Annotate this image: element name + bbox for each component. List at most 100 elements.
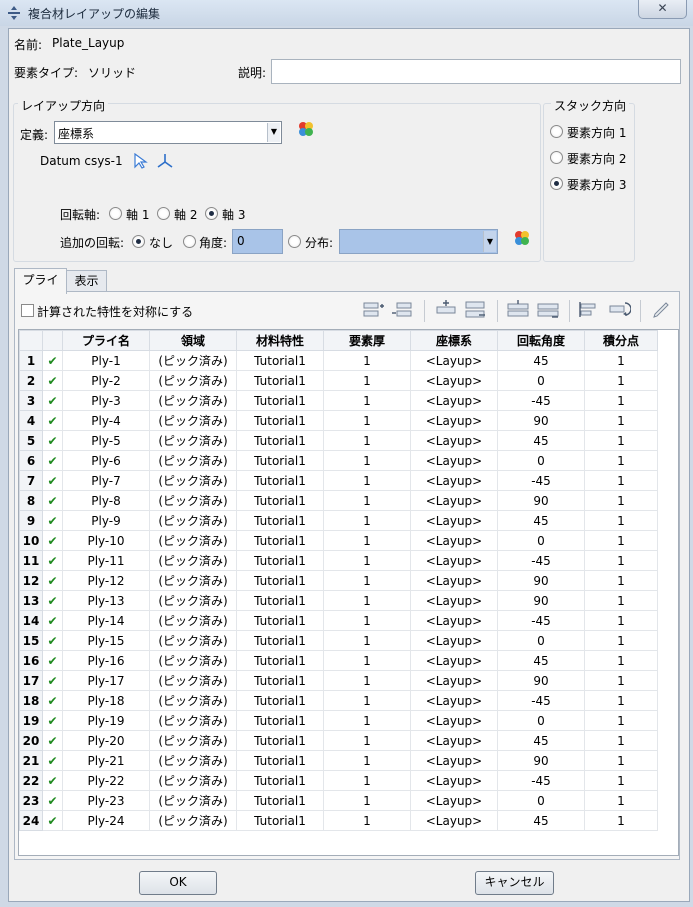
ply-rotation-angle[interactable]: -45 <box>497 610 585 631</box>
definition-combo[interactable]: 座標系 ▼ <box>54 121 282 144</box>
ply-region[interactable]: (ピック済み) <box>149 790 237 811</box>
title-bar[interactable]: 複合材レイアップの編集 ✕ <box>0 0 693 26</box>
copy-ply-icon[interactable] <box>506 299 530 321</box>
ply-name[interactable]: Ply-9 <box>62 510 150 531</box>
ply-thickness[interactable]: 1 <box>323 790 411 811</box>
row-number[interactable]: 16 <box>19 650 43 671</box>
table-row[interactable]: 4 ✔ Ply-4 (ピック済み) Tutorial1 1 <Layup> 90 1 <box>19 410 658 431</box>
ply-rotation-angle[interactable]: -45 <box>497 390 585 411</box>
ply-rotation-angle[interactable]: -45 <box>497 770 585 791</box>
status-header[interactable] <box>42 330 63 351</box>
table-row[interactable]: 1 ✔ Ply-1 (ピック済み) Tutorial1 1 <Layup> 45 1 <box>19 350 658 371</box>
ply-region[interactable]: (ピック済み) <box>149 350 237 371</box>
material-header[interactable]: 材料特性 <box>236 330 324 351</box>
ply-integration-points[interactable]: 1 <box>584 550 658 571</box>
ply-region[interactable]: (ピック済み) <box>149 670 237 691</box>
ply-rotation-angle[interactable]: 0 <box>497 370 585 391</box>
table-row[interactable]: 22 ✔ Ply-22 (ピック済み) Tutorial1 1 <Layup> -45 1 <box>19 770 658 791</box>
ply-name[interactable]: Ply-6 <box>62 450 150 471</box>
ply-material[interactable]: Tutorial1 <box>236 710 324 731</box>
ply-integration-points[interactable]: 1 <box>584 450 658 471</box>
ply-rotation-angle[interactable]: 90 <box>497 590 585 611</box>
ply-region[interactable]: (ピック済み) <box>149 810 237 831</box>
row-number[interactable]: 20 <box>19 730 43 751</box>
region-header[interactable]: 領域 <box>149 330 237 351</box>
ply-active-check[interactable]: ✔ <box>42 710 63 731</box>
ply-material[interactable]: Tutorial1 <box>236 610 324 631</box>
csys-header[interactable]: 座標系 <box>410 330 498 351</box>
ply-rotation-angle[interactable]: 90 <box>497 490 585 511</box>
table-row[interactable]: 23 ✔ Ply-23 (ピック済み) Tutorial1 1 <Layup> 0 1 <box>19 790 658 811</box>
table-row[interactable]: 16 ✔ Ply-16 (ピック済み) Tutorial1 1 <Layup> 45 1 <box>19 650 658 671</box>
ply-thickness[interactable]: 1 <box>323 410 411 431</box>
ply-active-check[interactable]: ✔ <box>42 770 63 791</box>
ply-csys[interactable]: <Layup> <box>410 590 498 611</box>
ply-thickness[interactable]: 1 <box>323 590 411 611</box>
ply-integration-points[interactable]: 1 <box>584 750 658 771</box>
ply-rotation-angle[interactable]: 90 <box>497 410 585 431</box>
ply-rotation-angle[interactable]: -45 <box>497 690 585 711</box>
ply-csys[interactable]: <Layup> <box>410 630 498 651</box>
ply-csys[interactable]: <Layup> <box>410 430 498 451</box>
table-row[interactable]: 8 ✔ Ply-8 (ピック済み) Tutorial1 1 <Layup> 90 1 <box>19 490 658 511</box>
ply-thickness[interactable]: 1 <box>323 530 411 551</box>
ply-rotation-angle[interactable]: 90 <box>497 750 585 771</box>
row-number[interactable]: 7 <box>19 470 43 491</box>
ply-region[interactable]: (ピック済み) <box>149 630 237 651</box>
ply-csys[interactable]: <Layup> <box>410 470 498 491</box>
ply-thickness[interactable]: 1 <box>323 710 411 731</box>
table-row[interactable]: 17 ✔ Ply-17 (ピック済み) Tutorial1 1 <Layup> 90 1 <box>19 670 658 691</box>
ply-integration-points[interactable]: 1 <box>584 530 658 551</box>
rotation-angle-input[interactable]: 0 <box>232 229 283 254</box>
ply-region[interactable]: (ピック済み) <box>149 370 237 391</box>
ply-active-check[interactable]: ✔ <box>42 630 63 651</box>
ply-name[interactable]: Ply-18 <box>62 690 150 711</box>
ply-csys[interactable]: <Layup> <box>410 350 498 371</box>
ply-integration-points[interactable]: 1 <box>584 630 658 651</box>
ply-material[interactable]: Tutorial1 <box>236 790 324 811</box>
ply-material[interactable]: Tutorial1 <box>236 370 324 391</box>
ply-name[interactable]: Ply-3 <box>62 390 150 411</box>
color-palette-icon[interactable] <box>298 121 314 137</box>
stack-dir-2-radio[interactable] <box>550 151 563 164</box>
table-row[interactable]: 12 ✔ Ply-12 (ピック済み) Tutorial1 1 <Layup> 90 1 <box>19 570 658 591</box>
row-number[interactable]: 9 <box>19 510 43 531</box>
ply-active-check[interactable]: ✔ <box>42 650 63 671</box>
align-left-icon[interactable] <box>578 299 602 321</box>
table-row[interactable]: 18 ✔ Ply-18 (ピック済み) Tutorial1 1 <Layup> -45 1 <box>19 690 658 711</box>
row-number[interactable]: 3 <box>19 390 43 411</box>
table-row[interactable]: 2 ✔ Ply-2 (ピック済み) Tutorial1 1 <Layup> 0 1 <box>19 370 658 391</box>
ply-integration-points[interactable]: 1 <box>584 350 658 371</box>
ply-csys[interactable]: <Layup> <box>410 770 498 791</box>
table-row[interactable]: 15 ✔ Ply-15 (ピック済み) Tutorial1 1 <Layup> 0 1 <box>19 630 658 651</box>
ply-thickness[interactable]: 1 <box>323 690 411 711</box>
table-row[interactable]: 3 ✔ Ply-3 (ピック済み) Tutorial1 1 <Layup> -45 1 <box>19 390 658 411</box>
row-number[interactable]: 6 <box>19 450 43 471</box>
table-row[interactable]: 21 ✔ Ply-21 (ピック済み) Tutorial1 1 <Layup> 90 1 <box>19 750 658 771</box>
ply-rotation-angle[interactable]: 45 <box>497 510 585 531</box>
ply-region[interactable]: (ピック済み) <box>149 470 237 491</box>
close-button[interactable]: ✕ <box>638 0 687 19</box>
table-row[interactable]: 19 ✔ Ply-19 (ピック済み) Tutorial1 1 <Layup> 0 1 <box>19 710 658 731</box>
ply-material[interactable]: Tutorial1 <box>236 570 324 591</box>
ply-integration-points[interactable]: 1 <box>584 670 658 691</box>
ply-name[interactable]: Ply-19 <box>62 710 150 731</box>
add-ply-before-icon[interactable] <box>362 299 386 321</box>
ply-active-check[interactable]: ✔ <box>42 490 63 511</box>
ply-csys[interactable]: <Layup> <box>410 550 498 571</box>
ply-integration-points[interactable]: 1 <box>584 650 658 671</box>
row-number[interactable]: 15 <box>19 630 43 651</box>
row-number[interactable]: 22 <box>19 770 43 791</box>
row-number-header[interactable] <box>19 330 43 351</box>
ply-region[interactable]: (ピック済み) <box>149 570 237 591</box>
ply-thickness[interactable]: 1 <box>323 810 411 831</box>
thickness-header[interactable]: 要素厚 <box>323 330 411 351</box>
table-row[interactable]: 24 ✔ Ply-24 (ピック済み) Tutorial1 1 <Layup> 45 1 <box>19 810 658 831</box>
ply-integration-points[interactable]: 1 <box>584 510 658 531</box>
ply-name[interactable]: Ply-13 <box>62 590 150 611</box>
ply-integration-points[interactable]: 1 <box>584 390 658 411</box>
tab-plies[interactable]: プライ <box>14 268 67 294</box>
ply-integration-points[interactable]: 1 <box>584 790 658 811</box>
ply-integration-points[interactable]: 1 <box>584 610 658 631</box>
table-row[interactable]: 14 ✔ Ply-14 (ピック済み) Tutorial1 1 <Layup> -45 1 <box>19 610 658 631</box>
